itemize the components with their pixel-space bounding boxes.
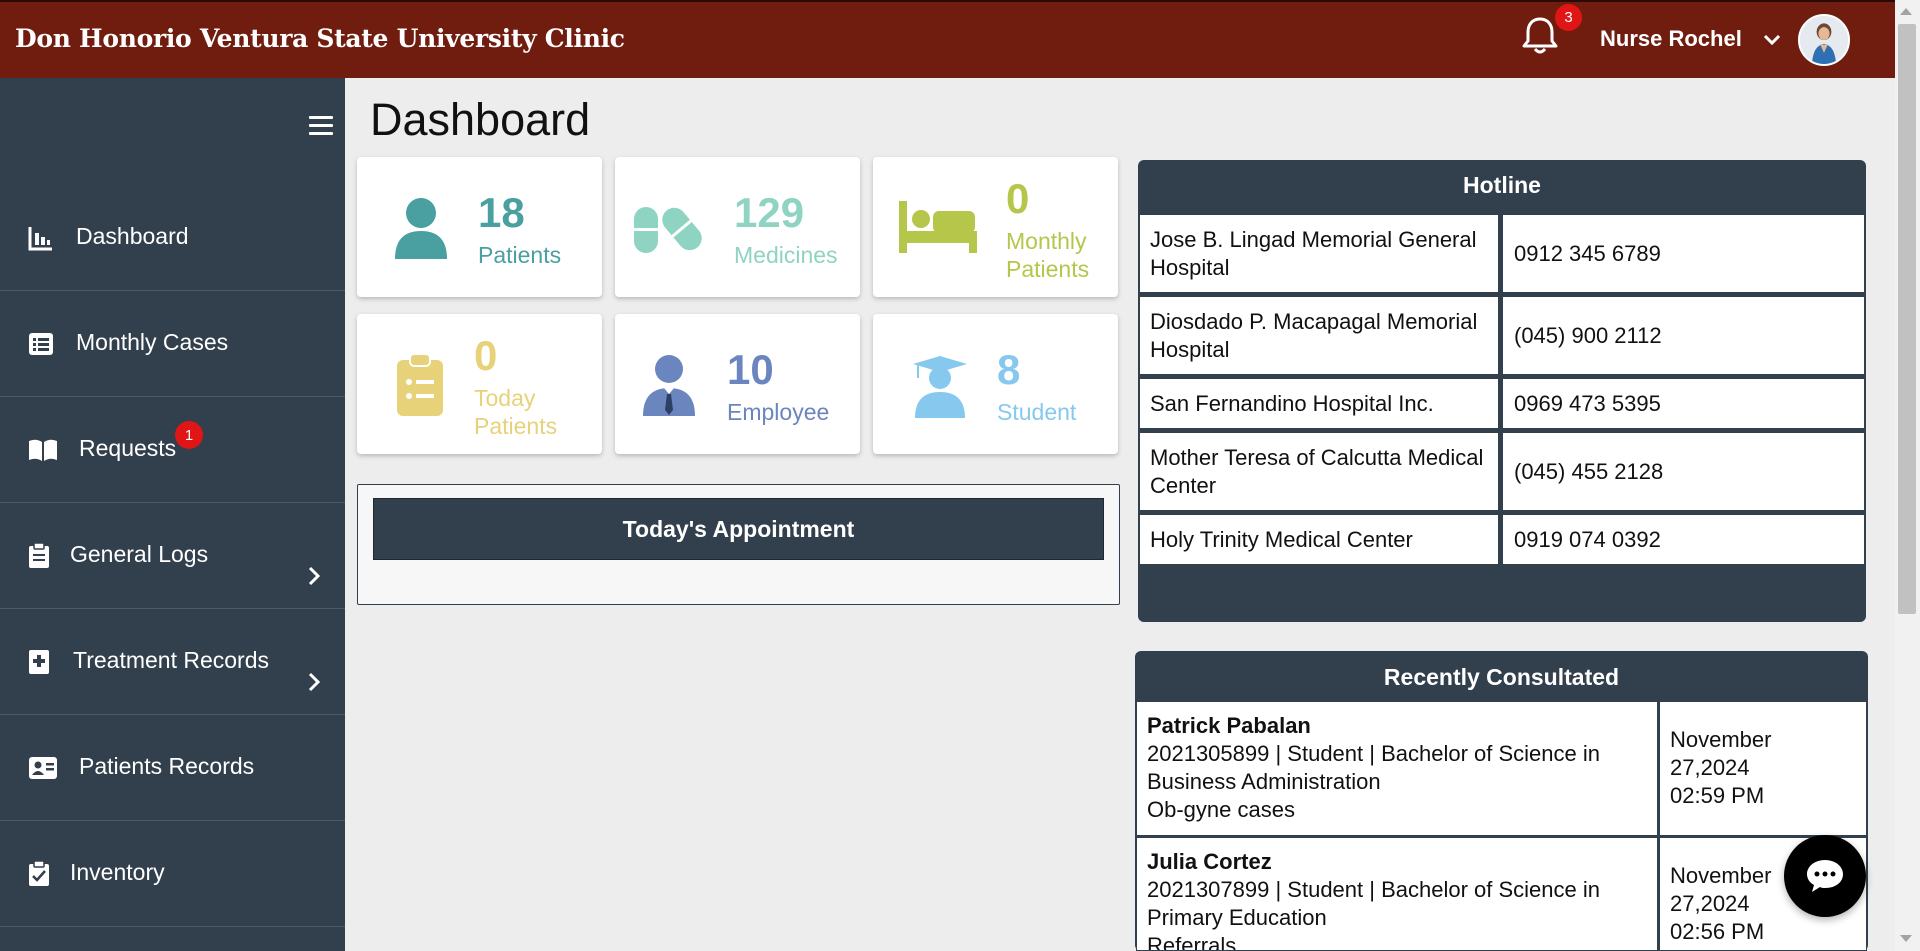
consultation-row[interactable]: Julia Cortez 2021307899 | Student | Bach… [1136, 837, 1658, 951]
stat-card-student[interactable]: 8 Student [873, 314, 1118, 454]
sidebar-item-label: Patients Records [79, 753, 255, 779]
user-menu-name[interactable]: Nurse Rochel [1600, 26, 1742, 52]
brand-title: Don Honorio Ventura State University Cli… [15, 24, 625, 53]
chevron-right-icon [308, 566, 321, 586]
clipboard-list-icon [397, 354, 443, 416]
sidebar-item-monthly-cases[interactable]: Monthly Cases [0, 291, 345, 397]
stat-label: Monthly Patients [1006, 228, 1090, 282]
stat-label: Medicines [734, 242, 838, 268]
hotline-name-cell: San Fernandino Hospital Inc. [1139, 378, 1499, 429]
stat-value: 8 [997, 346, 1021, 393]
chevron-down-icon[interactable] [1762, 30, 1782, 50]
appointment-header: Today's Appointment [373, 498, 1104, 560]
sidebar-item-dashboard[interactable]: Dashboard [0, 185, 345, 291]
scrollbar-thumb[interactable] [1898, 24, 1916, 614]
hotline-number-cell: (045) 455 2128 [1502, 432, 1865, 511]
clipboard-check-icon [29, 861, 49, 886]
sidebar-item-label: General Logs [70, 541, 209, 567]
book-icon [29, 439, 57, 461]
patient-name: Patrick Pabalan [1147, 713, 1311, 738]
sidebar-item-label: Monthly Cases [76, 329, 229, 355]
hotline-number-cell: 0919 074 0392 [1502, 514, 1865, 565]
stat-card-medicines[interactable]: 129 Medicines [615, 157, 860, 297]
consultation-time: 02:56 PM [1670, 919, 1765, 944]
medical-file-icon [29, 650, 49, 674]
chat-button[interactable] [1784, 835, 1866, 917]
sidebar-item-patients-records[interactable]: Patients Records [0, 715, 345, 821]
sidebar-item-label: Dashboard [76, 223, 189, 249]
avatar[interactable] [1798, 14, 1850, 66]
id-card-icon [29, 757, 57, 779]
consultation-case: Referrals [1147, 933, 1237, 951]
sidebar-item-treatment-records[interactable]: Treatment Records [0, 609, 345, 715]
requests-badge: 1 [175, 421, 203, 449]
list-icon [29, 333, 53, 355]
stat-card-monthly-patients[interactable]: 0 Monthly Patients [873, 157, 1118, 297]
sidebar-item-label: Inventory [70, 859, 165, 885]
hotline-name-cell: Mother Teresa of Calcutta Medical Center [1139, 432, 1499, 511]
stat-label: Patients [478, 242, 562, 268]
pills-icon [634, 207, 702, 253]
patient-details: 2021307899 | Student | Bachelor of Scien… [1147, 877, 1600, 930]
stat-value: 18 [478, 189, 525, 236]
user-icon [395, 198, 447, 259]
stat-label: Student [997, 399, 1077, 425]
stat-value: 10 [727, 346, 774, 393]
patient-details: 2021305899 | Student | Bachelor of Scien… [1147, 741, 1600, 794]
hotline-name-cell: Holy Trinity Medical Center [1139, 514, 1499, 565]
consultation-case: Ob-gyne cases [1147, 797, 1295, 822]
notification-badge: 3 [1554, 3, 1583, 32]
graduate-icon [913, 356, 967, 418]
stat-value: 0 [1006, 175, 1030, 222]
consultation-datetime: November 27,2024 02:59 PM [1659, 701, 1867, 836]
chart-icon [28, 227, 52, 251]
patient-name: Julia Cortez [1147, 849, 1272, 874]
hotline-title: Hotline [1463, 171, 1541, 198]
stat-card-patients[interactable]: 18 Patients [357, 157, 602, 297]
stat-value: 129 [734, 189, 805, 236]
stat-label: Employee [727, 399, 830, 425]
sidebar-item-label: Treatment Records [73, 647, 269, 673]
scroll-down-arrow-icon[interactable] [1900, 935, 1912, 942]
page-title: Dashboard [370, 94, 591, 145]
sidebar-item-label: Requests [79, 435, 177, 461]
clipboard-icon [29, 543, 49, 568]
sidebar-item-inventory[interactable]: Inventory [0, 821, 345, 927]
hotline-name-cell: Diosdado P. Macapagal Memorial Hospital [1139, 296, 1499, 375]
consultation-date: November 27,2024 [1670, 727, 1772, 780]
chevron-right-icon [308, 672, 321, 692]
sidebar-item-general-logs[interactable]: General Logs [0, 503, 345, 609]
bed-icon [899, 201, 977, 253]
sidebar-item-requests[interactable]: Requests [0, 397, 345, 503]
stat-label: Today Patients [474, 385, 558, 439]
hotline-name-cell: Jose B. Lingad Memorial General Hospital [1139, 214, 1499, 293]
stat-value: 0 [474, 332, 498, 379]
consultation-row[interactable]: Patrick Pabalan 2021305899 | Student | B… [1136, 701, 1658, 836]
employee-icon [643, 355, 695, 416]
consultation-time: 02:59 PM [1670, 783, 1765, 808]
stat-card-today-patients[interactable]: 0 Today Patients [357, 314, 602, 454]
hotline-number-cell: (045) 900 2112 [1502, 296, 1865, 375]
hotline-number-cell: 0969 473 5395 [1502, 378, 1865, 429]
stat-card-employee[interactable]: 10 Employee [615, 314, 860, 454]
scroll-up-arrow-icon[interactable] [1900, 8, 1912, 15]
chat-icon [1807, 860, 1843, 892]
hotline-number-cell: 0912 345 6789 [1502, 214, 1865, 293]
menu-toggle-icon[interactable] [309, 116, 333, 136]
recent-consultations-title: Recently Consultated [1383, 663, 1620, 690]
